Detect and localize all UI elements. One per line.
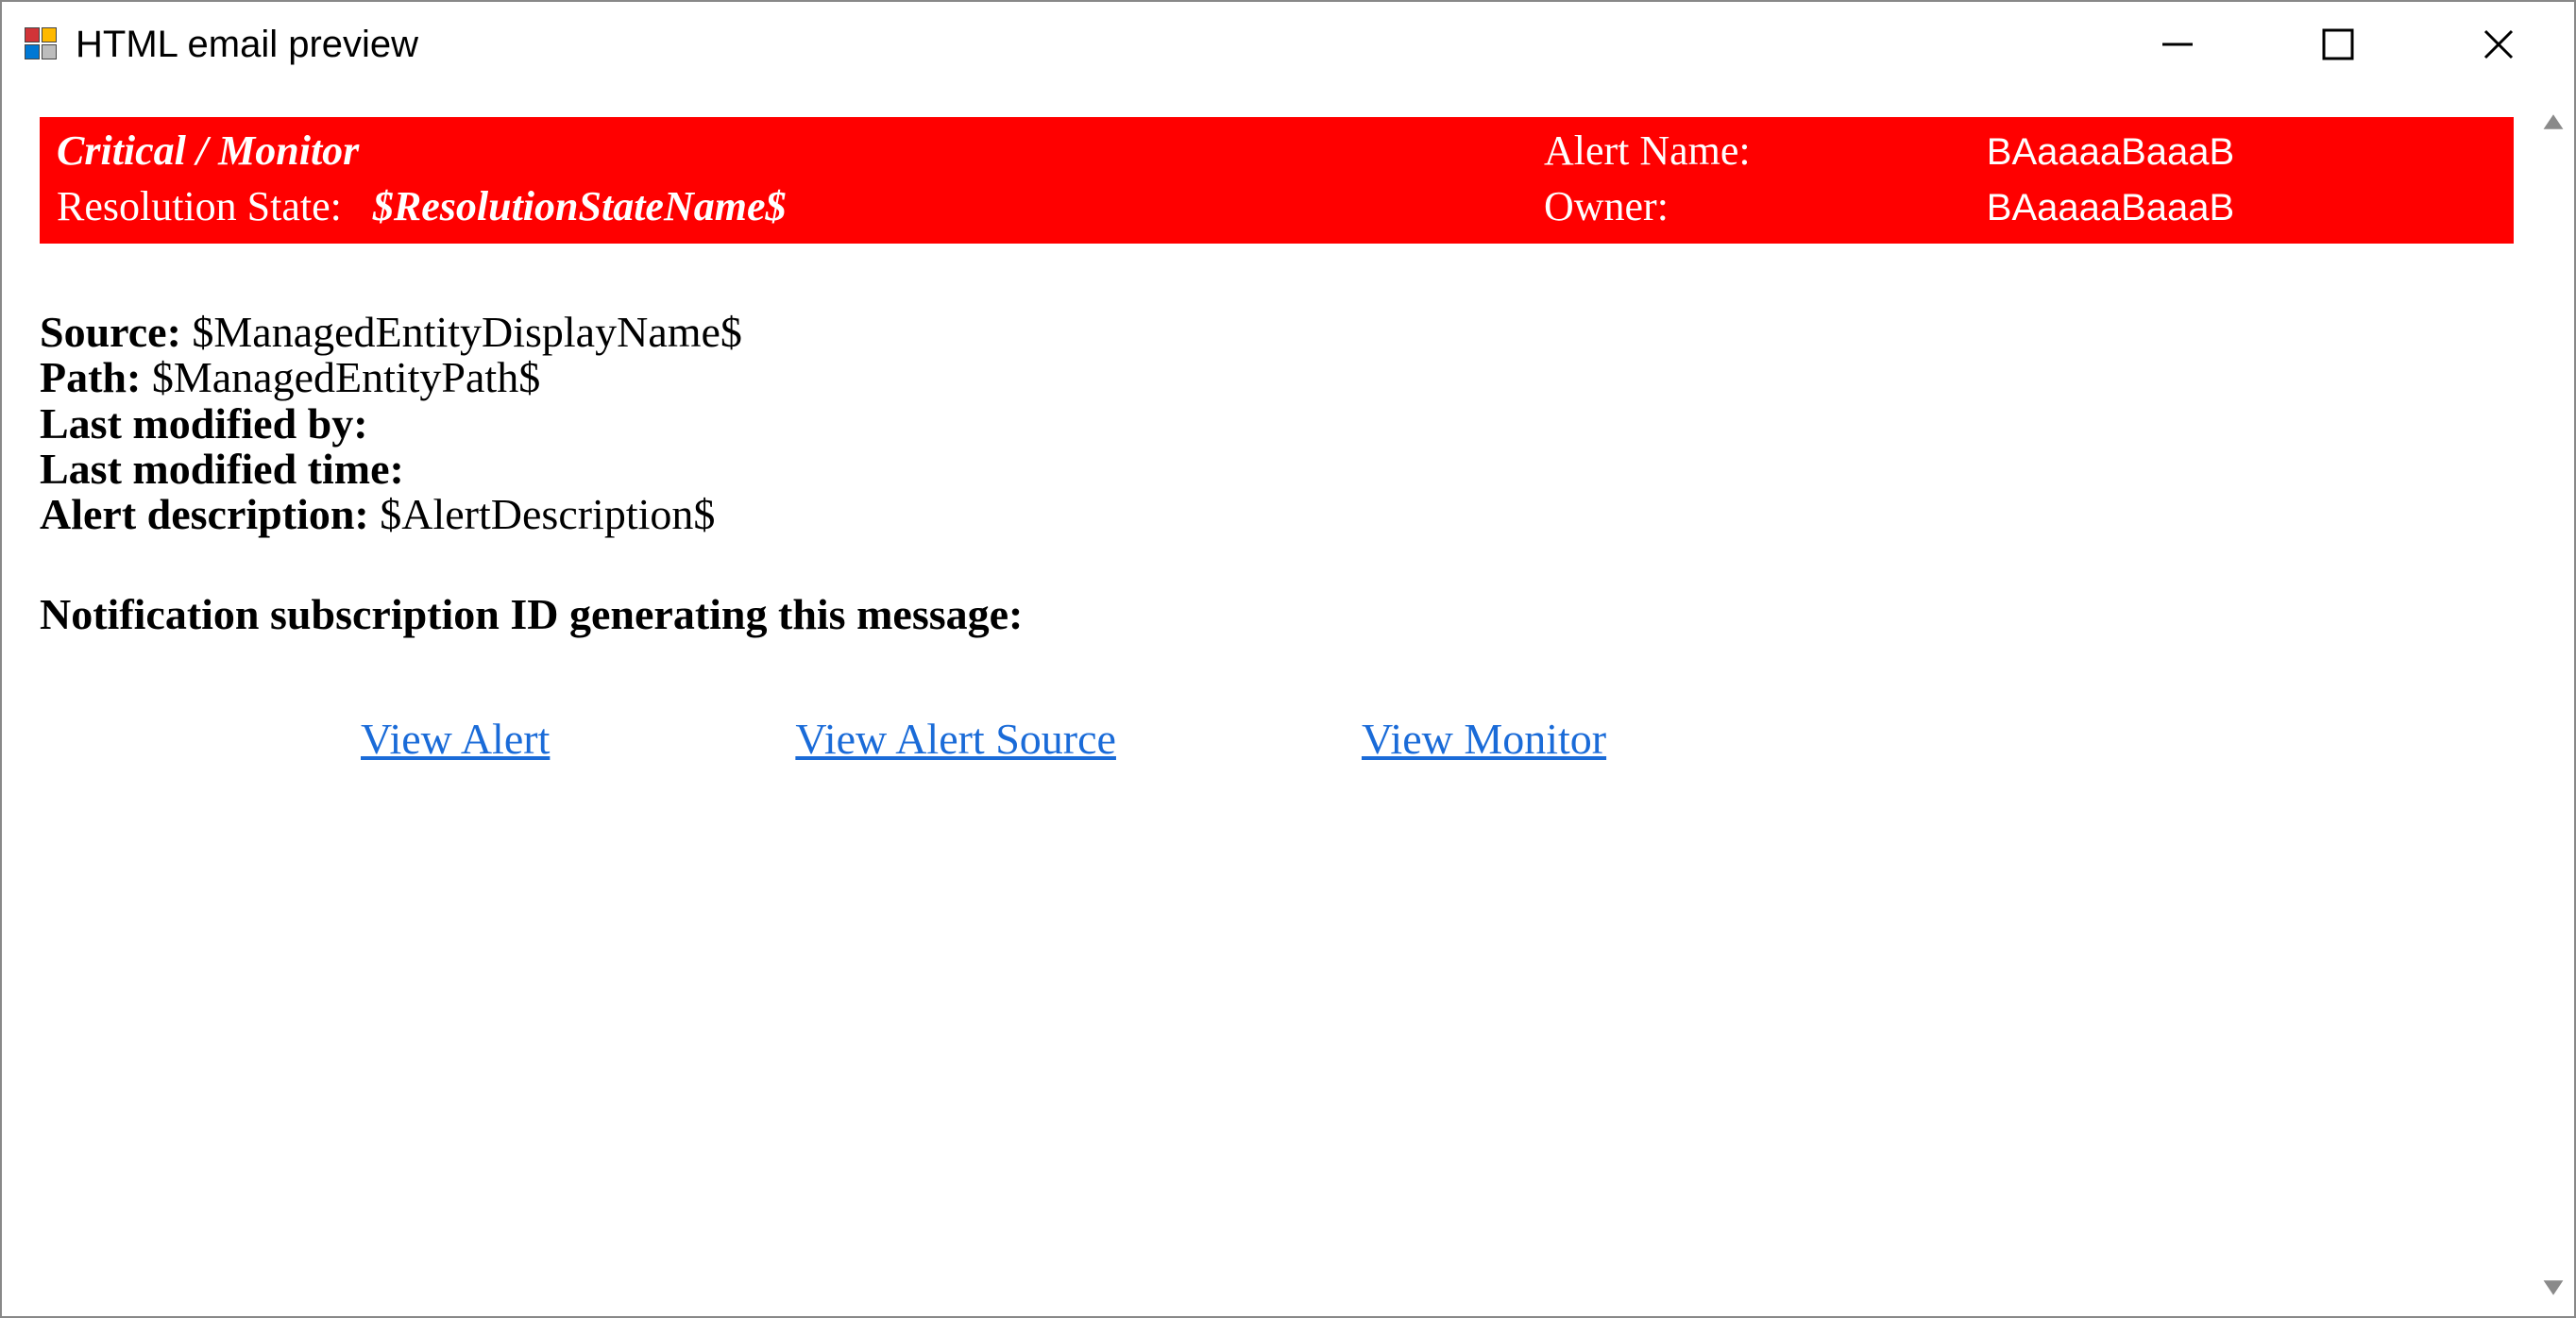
resolution-state-value: $ResolutionStateName$ (373, 183, 787, 229)
path-value: $ManagedEntityPath$ (152, 353, 540, 401)
maximize-button[interactable] (2310, 16, 2366, 73)
vertical-scrollbar[interactable] (2533, 87, 2574, 1316)
resolution-state-cell: Resolution State: $ResolutionStateName$ (49, 178, 1536, 234)
alert-description-label: Alert description: (40, 490, 369, 538)
resolution-state-label: Resolution State: (57, 183, 342, 229)
view-alert-source-link[interactable]: View Alert Source (795, 714, 1116, 764)
close-button[interactable] (2470, 16, 2527, 73)
client-area: Critical / Monitor Alert Name: BAaaaaBaa… (2, 87, 2574, 1316)
alert-details: Source: $ManagedEntityDisplayName$ Path:… (40, 310, 2514, 638)
view-monitor-link[interactable]: View Monitor (1362, 714, 1606, 764)
window-controls (2149, 16, 2565, 73)
scroll-up-icon[interactable] (2533, 101, 2574, 143)
window-frame: HTML email preview Critical / Monitor Al… (0, 0, 2576, 1318)
view-alert-link[interactable]: View Alert (361, 714, 550, 764)
owner-value: BAaaaaBaaaB (1979, 178, 2504, 234)
source-label: Source: (40, 308, 181, 356)
owner-label: Owner: (1536, 178, 1979, 234)
source-value: $ManagedEntityDisplayName$ (192, 308, 742, 356)
email-preview-body: Critical / Monitor Alert Name: BAaaaaBaa… (2, 87, 2533, 1316)
alert-header-banner: Critical / Monitor Alert Name: BAaaaaBaa… (40, 117, 2514, 244)
last-modified-by-label: Last modified by: (40, 399, 368, 448)
titlebar[interactable]: HTML email preview (2, 2, 2574, 87)
last-modified-time-label: Last modified time: (40, 445, 404, 493)
scroll-down-icon[interactable] (2533, 1267, 2574, 1309)
titlebar-left: HTML email preview (25, 24, 418, 66)
alert-description-value: $AlertDescription$ (380, 490, 715, 538)
action-links: View Alert View Alert Source View Monito… (40, 714, 2514, 764)
alert-severity: Critical / Monitor (49, 123, 1536, 178)
alert-name-value: BAaaaaBaaaB (1979, 123, 2504, 178)
window-title: HTML email preview (76, 24, 418, 66)
minimize-button[interactable] (2149, 16, 2206, 73)
alert-name-label: Alert Name: (1536, 123, 1979, 178)
app-icon (25, 27, 59, 61)
path-label: Path: (40, 353, 141, 401)
subscription-id-label: Notification subscription ID generating … (40, 590, 1023, 638)
